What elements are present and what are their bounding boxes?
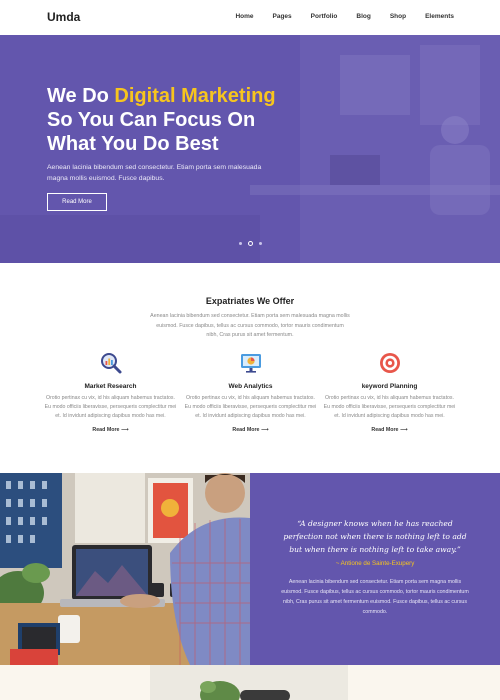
nav-item-portfolio[interactable]: Portfolio	[311, 13, 338, 20]
arrow-right-icon: ⟶	[120, 427, 129, 433]
hero-title: We Do Digital Marketing So You Can Focus…	[47, 84, 377, 156]
hero-read-more-button[interactable]: Read More	[47, 193, 107, 211]
service-read-more-link[interactable]: Read More ⟶	[183, 427, 318, 433]
service-desc: Orotio pertinax cu vix, id his aliquam h…	[323, 395, 456, 419]
testimonial-quote: “A designer knows when he has reached pe…	[283, 519, 467, 554]
read-more-label: Read More	[232, 427, 260, 433]
slider-dot-3[interactable]	[259, 242, 262, 245]
hero-title-line2: So You Can Focus On	[47, 109, 256, 131]
nav-item-blog[interactable]: Blog	[356, 13, 370, 20]
hero-slider: We Do Digital Marketing So You Can Focus…	[0, 35, 500, 263]
workspace-illustration	[0, 473, 250, 665]
service-keyword-planning: keyword Planning Orotio pertinax cu vix,…	[322, 351, 457, 433]
monitor-chart-icon	[240, 354, 261, 373]
plant-illustration	[200, 681, 290, 700]
service-read-more-link[interactable]: Read More ⟶	[322, 427, 457, 433]
target-icon	[379, 353, 400, 373]
read-more-label: Read More	[92, 427, 120, 433]
read-more-label: Read More	[371, 427, 399, 433]
service-desc: Orotio pertinax cu vix, id his aliquam h…	[44, 395, 177, 419]
slider-pagination	[239, 241, 262, 246]
next-section-image	[150, 665, 348, 700]
nav-item-pages[interactable]: Pages	[273, 13, 292, 20]
arrow-right-icon: ⟶	[399, 427, 408, 433]
service-name: Web Analytics	[228, 383, 273, 390]
testimonial-panel: “A designer knows when he has reached pe…	[250, 473, 500, 665]
testimonial-description: Aenean lacinia bibendum sed consectetur.…	[281, 579, 469, 615]
services-section: Expatriates We Offer Aenean lacinia bibe…	[0, 263, 500, 473]
hero-subtitle: Aenean lacinia bibendum sed consectetur.…	[47, 164, 262, 182]
hero-title-accent: Digital Marketing	[114, 85, 276, 107]
site-logo[interactable]: Umda	[47, 10, 80, 24]
nav-item-home[interactable]: Home	[235, 13, 253, 20]
arrow-right-icon: ⟶	[260, 427, 269, 433]
service-name: keyword Planning	[361, 383, 418, 390]
testimonial-author: ~ Antione de Sainte-Exupery	[335, 560, 415, 567]
service-read-more-link[interactable]: Read More ⟶	[43, 427, 178, 433]
slider-dot-1[interactable]	[239, 242, 242, 245]
nav-item-shop[interactable]: Shop	[390, 13, 406, 20]
service-web-analytics: Web Analytics Orotio pertinax cu vix, id…	[183, 351, 318, 433]
magnifier-chart-icon	[100, 353, 121, 374]
nav-item-elements[interactable]: Elements	[425, 13, 454, 20]
service-name: Market Research	[84, 383, 137, 390]
next-section	[0, 665, 500, 700]
main-menu: Home Pages Portfolio Blog Shop Elements	[216, 13, 454, 20]
service-market-research: Market Research Orotio pertinax cu vix, …	[43, 351, 178, 433]
hero-title-line3: What You Do Best	[47, 133, 219, 155]
slider-dot-2[interactable]	[248, 241, 253, 246]
service-desc: Orotio pertinax cu vix, id his aliquam h…	[184, 395, 317, 419]
services-description: Aenean lacinia bibendum sed consectetur.…	[150, 313, 350, 338]
hero-title-pre: We Do	[47, 85, 115, 107]
services-title: Expatriates We Offer	[205, 296, 295, 306]
top-navbar: Umda Home Pages Portfolio Blog Shop Elem…	[0, 0, 500, 35]
workspace-photo	[0, 473, 250, 665]
